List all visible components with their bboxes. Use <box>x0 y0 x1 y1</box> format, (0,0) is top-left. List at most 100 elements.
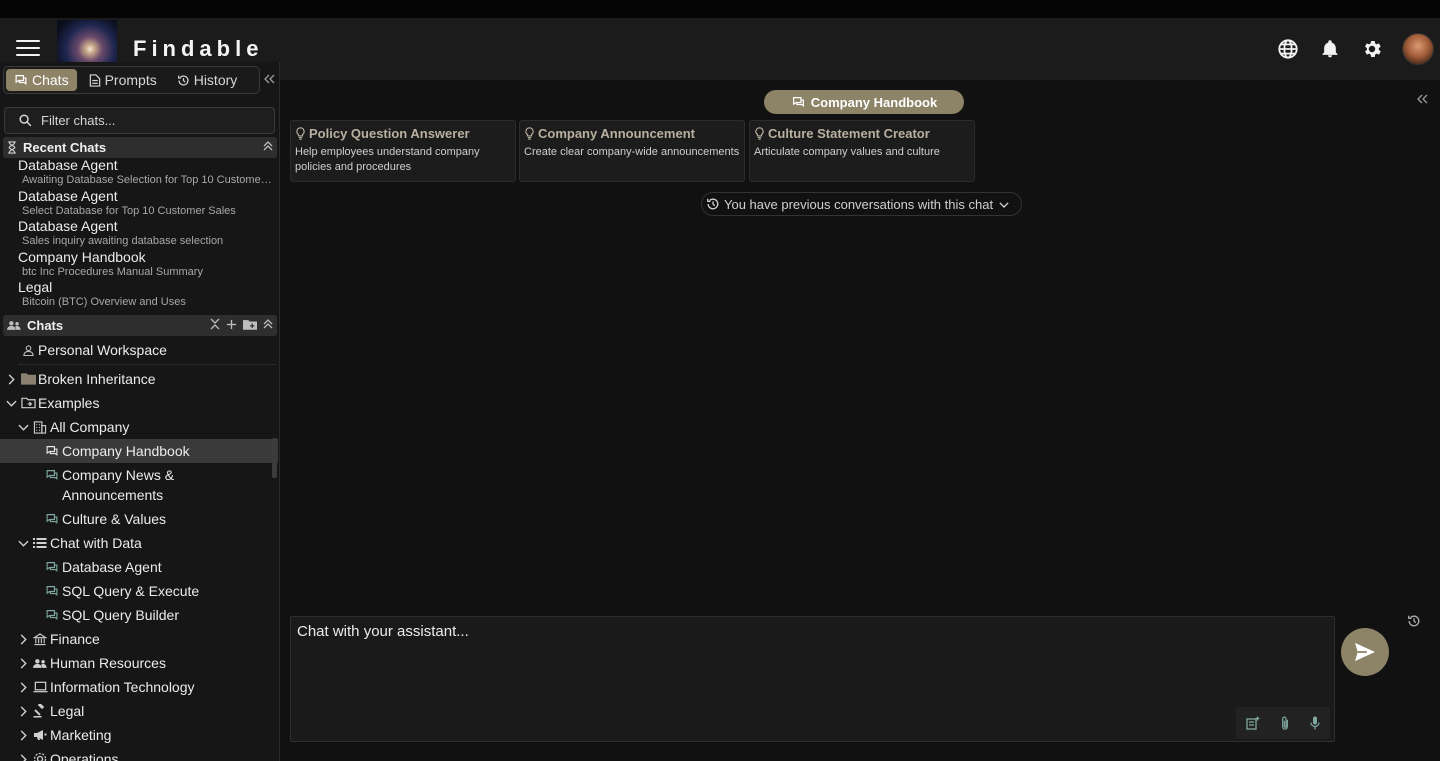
tree-item-label: Finance <box>50 631 100 647</box>
add-chat-icon[interactable] <box>226 319 237 330</box>
chat-icon <box>44 443 60 459</box>
collapse-sidebar-icon[interactable] <box>263 72 277 86</box>
prompt-card-title: Company Announcement <box>538 126 695 141</box>
tree-item-all-company[interactable]: All Company <box>0 415 278 439</box>
tree-item-label: Legal <box>50 703 85 719</box>
filter-chats-input[interactable] <box>41 113 261 128</box>
collapse-up-icon[interactable] <box>263 318 273 330</box>
tree-item-broken-inheritance[interactable]: Broken Inheritance <box>0 367 278 391</box>
menu-icon[interactable] <box>16 40 40 58</box>
divider <box>18 364 276 365</box>
chevron-right-icon[interactable] <box>4 373 18 385</box>
chats-section-header[interactable]: Chats <box>3 315 277 336</box>
chat-title-pill[interactable]: Company Handbook <box>764 90 964 114</box>
recent-chat-subtitle: Awaiting Database Selection for Top 10 C… <box>22 174 272 186</box>
recent-chats-header[interactable]: Recent Chats <box>3 137 277 158</box>
recent-chats-list: Database Agent Awaiting Database Selecti… <box>0 158 276 311</box>
gear-icon[interactable] <box>1360 37 1384 61</box>
chevron-right-icon[interactable] <box>16 729 30 741</box>
attach-icon[interactable] <box>1280 716 1290 731</box>
collapse-panel-icon[interactable] <box>1416 92 1430 106</box>
microphone-icon[interactable] <box>1310 716 1320 730</box>
user-icon <box>20 342 36 358</box>
top-actions <box>1276 18 1440 80</box>
previous-conversations-button[interactable]: You have previous conversations with thi… <box>701 192 1023 216</box>
tree-item-label: Information Technology <box>50 679 195 695</box>
collapse-all-icon[interactable] <box>210 318 220 330</box>
gavel-icon <box>32 703 48 719</box>
chevron-right-icon[interactable] <box>16 657 30 669</box>
tree-item-operations[interactable]: Operations <box>0 747 278 761</box>
tree-item-sql-query-builder[interactable]: SQL Query Builder <box>0 603 278 627</box>
recent-chat-item[interactable]: Database Agent Awaiting Database Selecti… <box>0 158 276 189</box>
tree-item-finance[interactable]: Finance <box>0 627 278 651</box>
tree-item-marketing[interactable]: Marketing <box>0 723 278 747</box>
chat-icon <box>44 607 60 623</box>
send-button[interactable] <box>1341 628 1389 676</box>
recent-chat-item[interactable]: Database Agent Select Database for Top 1… <box>0 188 276 220</box>
prompt-card-description: Help employees understand company polici… <box>295 146 480 173</box>
tree-item-chat-with-data[interactable]: Chat with Data <box>0 531 278 555</box>
recent-chat-item[interactable]: Database Agent Sales inquiry awaiting da… <box>0 219 276 250</box>
tree-item-human-resources[interactable]: Human Resources <box>0 651 278 675</box>
list-icon <box>32 535 48 551</box>
chat-icon <box>792 96 804 107</box>
tree-item-label: Culture & Values <box>62 511 167 527</box>
hourglass-icon <box>7 141 17 154</box>
chevron-down-icon[interactable] <box>16 539 30 547</box>
tree-item-culture-values[interactable]: Culture & Values <box>0 507 278 531</box>
shared-folder-icon <box>20 395 36 411</box>
chevron-right-icon[interactable] <box>16 633 30 645</box>
recent-chat-item[interactable]: Legal Bitcoin (BTC) Overview and Uses <box>0 280 276 311</box>
recent-chat-subtitle: Bitcoin (BTC) Overview and Uses <box>22 296 186 309</box>
globe-icon[interactable] <box>1276 37 1300 61</box>
prompt-card-policy[interactable]: Policy Question Answerer Help employees … <box>290 120 516 182</box>
tree-item-database-agent[interactable]: Database Agent <box>0 555 278 579</box>
tree-item-label: Chat with Data <box>50 535 142 551</box>
recent-chat-title: Legal <box>18 279 53 296</box>
chevron-right-icon[interactable] <box>16 753 30 761</box>
tree-item-information-technology[interactable]: Information Technology <box>0 675 278 699</box>
tree-item-sql-query-execute[interactable]: SQL Query & Execute <box>0 579 278 603</box>
tab-prompts-label: Prompts <box>104 72 157 88</box>
message-composer <box>290 616 1335 742</box>
tree-item-legal[interactable]: Legal <box>0 699 278 723</box>
app-brand: Findable <box>133 36 264 61</box>
chat-icon <box>15 74 27 85</box>
megaphone-icon <box>32 727 48 743</box>
recent-chat-subtitle: btc Inc Procedures Manual Summary <box>22 265 203 278</box>
tree-item-label: Personal Workspace <box>38 342 167 358</box>
tab-history[interactable]: History <box>169 69 246 91</box>
tab-prompts[interactable]: Prompts <box>81 69 165 91</box>
prompt-card-culture[interactable]: Culture Statement Creator Articulate com… <box>749 120 975 182</box>
tree-item-label: Operations <box>50 751 119 761</box>
tree-item-label: SQL Query Builder <box>62 607 179 623</box>
tab-chats[interactable]: Chats <box>6 69 77 91</box>
chevron-down-icon[interactable] <box>16 423 30 431</box>
tree-item-personal-workspace[interactable]: Personal Workspace <box>0 338 278 362</box>
chevron-down-icon[interactable] <box>4 399 18 407</box>
chevron-right-icon[interactable] <box>16 681 30 693</box>
chats-section-actions <box>204 318 273 330</box>
user-avatar[interactable] <box>1402 33 1434 65</box>
chevron-right-icon[interactable] <box>16 705 30 717</box>
lightbulb-icon <box>296 127 305 140</box>
history-icon[interactable] <box>1407 614 1423 630</box>
prompt-card-announcement[interactable]: Company Announcement Create clear compan… <box>519 120 745 182</box>
chevron-down-icon <box>999 201 1013 208</box>
sidebar-scrollbar[interactable] <box>272 438 277 478</box>
tab-history-label: History <box>193 72 238 88</box>
recent-chat-item[interactable]: Company Handbook btc Inc Procedures Manu… <box>0 249 276 281</box>
collapse-up-icon[interactable] <box>263 140 273 152</box>
tree-item-examples[interactable]: Examples <box>0 391 278 415</box>
tree-item-label: All Company <box>50 419 130 435</box>
add-folder-icon[interactable] <box>243 319 257 330</box>
message-input[interactable] <box>291 617 1334 707</box>
tree-item-company-handbook[interactable]: Company Handbook <box>0 439 278 463</box>
tree-item-company-news[interactable]: Company News & Announcements <box>0 463 278 507</box>
add-note-icon[interactable] <box>1246 716 1260 730</box>
recent-chat-title: Database Agent <box>18 218 118 235</box>
send-icon <box>1355 642 1375 662</box>
history-icon <box>707 198 719 210</box>
bell-icon[interactable] <box>1318 37 1342 61</box>
